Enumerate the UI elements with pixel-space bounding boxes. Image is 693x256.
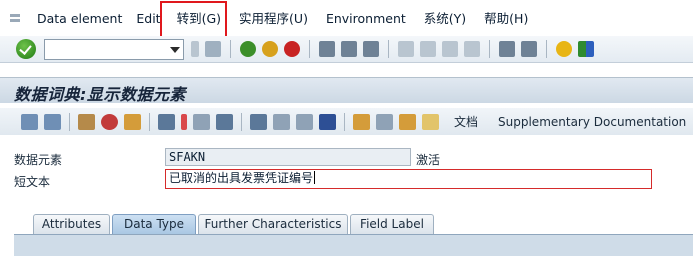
toolbar-divider xyxy=(546,40,547,58)
next-page-icon[interactable] xyxy=(442,41,458,57)
menu-icon[interactable] xyxy=(8,10,24,26)
forward-arrow-icon[interactable] xyxy=(44,113,61,130)
data-element-label: 数据元素 xyxy=(14,153,63,167)
menu-help[interactable]: 帮助(H) xyxy=(484,0,538,36)
data-element-field: SFAKN xyxy=(165,148,411,166)
data-element-value: SFAKN xyxy=(169,150,206,164)
documentation-button[interactable]: 文档 xyxy=(454,113,478,130)
back-arrow-icon[interactable] xyxy=(21,113,38,130)
toolbar-divider xyxy=(344,112,345,131)
tab-content-panel xyxy=(14,234,693,256)
enhancement-icon[interactable] xyxy=(353,113,370,130)
customize-layout-icon[interactable] xyxy=(578,41,594,57)
tab-attributes[interactable]: Attributes xyxy=(33,214,110,234)
lock-icon[interactable] xyxy=(422,113,439,130)
display-change-icon[interactable] xyxy=(78,113,95,130)
print-icon[interactable] xyxy=(319,41,335,57)
first-page-icon[interactable] xyxy=(398,41,414,57)
menu-environment[interactable]: Environment xyxy=(326,0,416,36)
menu-system[interactable]: 系统(Y) xyxy=(424,0,476,36)
tab-label: Attributes xyxy=(41,217,102,231)
short-text-label: 短文本 xyxy=(14,175,51,189)
last-page-icon[interactable] xyxy=(464,41,480,57)
previous-page-icon[interactable] xyxy=(420,41,436,57)
tab-further-characteristics[interactable]: Further Characteristics xyxy=(198,214,348,234)
text-cursor xyxy=(314,171,316,184)
switch-icon[interactable] xyxy=(376,113,393,130)
toolbar-divider xyxy=(489,40,490,58)
supplementary-documentation-button[interactable]: Supplementary Documentation xyxy=(498,115,686,129)
status-text: 激活 xyxy=(416,153,441,167)
application-toolbar: 文档 Supplementary Documentation xyxy=(0,108,693,135)
menu-edit[interactable]: Edit xyxy=(136,0,170,36)
display-object-list-icon[interactable] xyxy=(193,113,210,130)
short-text-field[interactable]: 已取消的出具发票凭证编号 xyxy=(165,169,652,189)
tab-field-label[interactable]: Field Label xyxy=(350,214,434,234)
cancel-icon[interactable] xyxy=(284,41,300,57)
title-bar: 数据词典:显示数据元素 xyxy=(0,77,693,104)
help-icon[interactable] xyxy=(556,41,572,57)
short-text-value: 已取消的出具发票凭证编号 xyxy=(169,171,314,185)
tab-strip: Attributes Data Type Further Characteris… xyxy=(0,214,693,234)
tab-label: Data Type xyxy=(123,217,185,231)
tab-label: Field Label xyxy=(360,217,424,231)
save-icon[interactable] xyxy=(205,41,221,57)
menu-utilities[interactable]: 实用程序(U) xyxy=(239,0,318,36)
toolbar-divider xyxy=(69,112,70,131)
command-field[interactable] xyxy=(44,38,184,60)
toolbar-divider xyxy=(309,40,310,58)
menu-bar: Data element Edit 转到(G) 实用程序(U) Environm… xyxy=(0,0,693,36)
new-session-icon[interactable] xyxy=(499,41,515,57)
pin-icon[interactable] xyxy=(181,113,187,130)
standard-toolbar xyxy=(0,36,693,63)
exit-icon[interactable] xyxy=(262,41,278,57)
find-next-icon[interactable] xyxy=(363,41,379,57)
toolbar-divider xyxy=(230,40,231,58)
list-icon[interactable] xyxy=(296,113,313,130)
tab-label: Further Characteristics xyxy=(204,217,342,231)
object-icon[interactable] xyxy=(399,113,416,130)
tab-data-type[interactable]: Data Type xyxy=(112,214,196,234)
chevron-down-icon[interactable] xyxy=(170,46,180,53)
menu-goto[interactable]: 转到(G) xyxy=(177,0,231,36)
menu-data-element[interactable]: Data element xyxy=(37,0,132,36)
hierarchy-icon[interactable] xyxy=(250,113,267,130)
info-icon[interactable] xyxy=(319,113,336,130)
page-title: 数据词典:显示数据元素 xyxy=(14,85,186,104)
navigation-window-icon[interactable] xyxy=(216,113,233,130)
toolbar-divider xyxy=(149,112,150,131)
back-arrow-icon[interactable] xyxy=(191,41,199,57)
activate-icon[interactable] xyxy=(124,113,141,130)
find-icon[interactable] xyxy=(341,41,357,57)
toolbar-divider xyxy=(241,112,242,131)
table-icon[interactable] xyxy=(273,113,290,130)
check-icon[interactable] xyxy=(101,113,118,130)
shortcut-icon[interactable] xyxy=(521,41,537,57)
toolbar-divider xyxy=(388,40,389,58)
back-icon[interactable] xyxy=(240,41,256,57)
where-used-icon[interactable] xyxy=(158,113,175,130)
enter-icon[interactable] xyxy=(16,39,36,59)
